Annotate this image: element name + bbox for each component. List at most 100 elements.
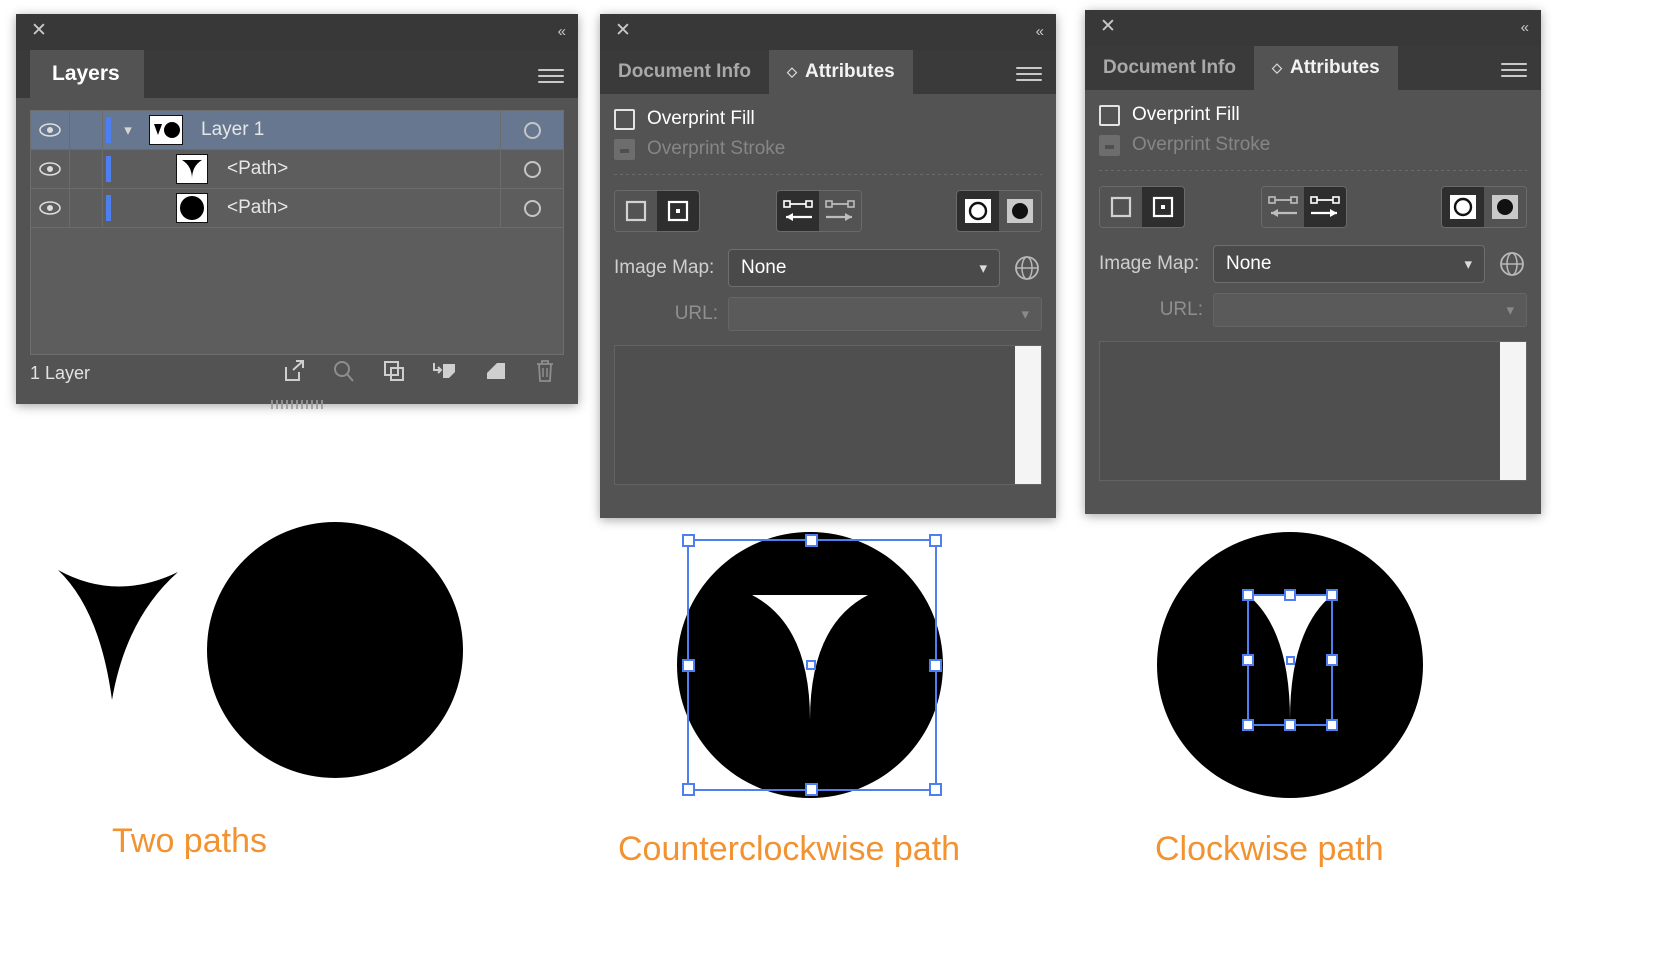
duplicate-layer-icon[interactable] (382, 359, 406, 388)
path-thumb-triangle (169, 154, 215, 184)
tab-layers[interactable]: Layers (30, 50, 144, 98)
tab-attributes[interactable]: ◇ Attributes (769, 50, 913, 94)
image-map-select[interactable]: None ▾ (1213, 245, 1485, 283)
caption-counterclockwise-path: Counterclockwise path (618, 830, 961, 868)
overprint-fill-label: Overprint Fill (647, 108, 755, 129)
vertical-scrollbar[interactable] (1500, 342, 1526, 480)
forward-path-direction-icon[interactable] (1304, 187, 1346, 227)
double-chevron-left-icon[interactable]: « (558, 23, 566, 40)
layer-row-label: <Path> (227, 197, 289, 218)
close-icon[interactable]: ✕ (30, 21, 48, 40)
tab-layers-label: Layers (52, 62, 120, 85)
layers-tabstrip: Layers (16, 50, 578, 98)
target-indicator[interactable] (500, 189, 563, 227)
show-center-icon[interactable] (657, 191, 699, 231)
tab-document-info[interactable]: Document Info (1085, 46, 1254, 90)
overprint-stroke-label: Overprint Stroke (1132, 134, 1271, 155)
visibility-eye-icon[interactable] (31, 201, 69, 215)
chevron-down-icon: ▾ (1021, 306, 1029, 323)
overprint-fill-checkbox[interactable] (1099, 104, 1120, 126)
attributes-scroll-area (614, 345, 1042, 485)
layer-row-layer1[interactable]: ▾ Layer 1 (31, 111, 563, 150)
attributes-panel-clockwise: ✕ « Document Info ◇ Attributes Overprint… (1085, 10, 1541, 514)
image-map-label: Image Map: (1099, 253, 1200, 274)
lock-cell[interactable] (69, 189, 103, 227)
reverse-path-direction-icon[interactable] (1262, 187, 1304, 227)
path-direction-button-group (776, 190, 862, 232)
chevron-down-icon: ▾ (979, 260, 987, 277)
panel-menu-icon[interactable] (1501, 59, 1527, 77)
panel-menu-icon[interactable] (538, 65, 564, 83)
vertical-scrollbar[interactable] (1015, 346, 1041, 484)
lock-cell[interactable] (69, 150, 103, 188)
target-indicator[interactable] (500, 111, 563, 149)
delete-layer-icon[interactable] (534, 359, 556, 388)
overprint-fill-checkbox[interactable] (614, 108, 635, 130)
center-point-button-group (1099, 186, 1185, 228)
path-thumb-circle (169, 193, 215, 223)
diamond-icon: ◇ (787, 64, 797, 79)
nonzero-fill-icon[interactable] (1442, 187, 1484, 227)
url-label: URL: (1159, 299, 1203, 320)
image-map-select[interactable]: None ▾ (728, 249, 1000, 287)
attributes-icon-row (600, 175, 1056, 235)
reverse-path-direction-icon[interactable] (777, 191, 819, 231)
center-point-button-group (614, 190, 700, 232)
lock-cell[interactable] (69, 111, 103, 149)
url-row: URL: ▾ (1085, 283, 1541, 327)
layer-row-label: <Path> (227, 158, 289, 179)
layer-color-bar (103, 156, 113, 182)
chevron-down-icon[interactable]: ▾ (113, 121, 143, 139)
search-icon[interactable] (332, 359, 356, 388)
panel-menu-icon[interactable] (1016, 63, 1042, 81)
globe-icon[interactable] (1497, 249, 1527, 279)
tab-document-info-label: Document Info (618, 61, 751, 82)
tab-attributes[interactable]: ◇ Attributes (1254, 46, 1398, 90)
forward-path-direction-icon[interactable] (819, 191, 861, 231)
close-icon[interactable]: ✕ (614, 21, 632, 40)
double-chevron-left-icon[interactable]: « (1036, 23, 1044, 40)
evenodd-fill-icon[interactable] (1484, 187, 1526, 227)
overprint-stroke-label: Overprint Stroke (647, 138, 786, 159)
layer-row-label: Layer 1 (201, 119, 265, 140)
tab-document-info[interactable]: Document Info (600, 50, 769, 94)
overprint-fill-row[interactable]: Overprint Fill (1085, 100, 1541, 130)
layers-panel-footer: 1 Layer (30, 356, 564, 390)
release-to-layers-icon[interactable] (432, 359, 458, 388)
show-center-icon[interactable] (1142, 187, 1184, 227)
locate-object-icon[interactable] (282, 359, 306, 388)
image-map-row: Image Map: None ▾ (600, 235, 1056, 287)
compound-fill-rule-button-group (956, 190, 1042, 232)
caption-two-paths: Two paths (112, 822, 267, 860)
attributes-tabstrip: Document Info ◇ Attributes (600, 50, 1056, 94)
layers-panel-titlebar: ✕ « (16, 14, 578, 50)
new-sublayer-icon[interactable] (484, 359, 508, 388)
close-icon[interactable]: ✕ (1099, 17, 1117, 36)
evenodd-fill-icon[interactable] (999, 191, 1041, 231)
layer-row-path-circle[interactable]: <Path> (31, 189, 563, 228)
artwork-two-paths (58, 522, 463, 778)
globe-icon[interactable] (1012, 253, 1042, 283)
chevron-down-icon: ▾ (1464, 256, 1472, 273)
panel-resize-grip[interactable] (271, 400, 323, 409)
image-map-label: Image Map: (614, 257, 715, 278)
tab-attributes-label: Attributes (1290, 57, 1380, 78)
hide-center-icon[interactable] (615, 191, 657, 231)
image-map-row: Image Map: None ▾ (1085, 231, 1541, 283)
artwork-counterclockwise-path (677, 532, 943, 798)
layer-row-path-triangle[interactable]: <Path> (31, 150, 563, 189)
layer-count-label: 1 Layer (30, 362, 91, 383)
overprint-fill-row[interactable]: Overprint Fill (600, 104, 1056, 134)
overprint-stroke-checkbox (614, 138, 635, 160)
url-input: ▾ (1213, 293, 1527, 327)
visibility-eye-icon[interactable] (31, 162, 69, 176)
nonzero-fill-icon[interactable] (957, 191, 999, 231)
visibility-eye-icon[interactable] (31, 123, 69, 137)
attributes-panel-titlebar: ✕ « (600, 14, 1056, 50)
attributes-panel-counterclockwise: ✕ « Document Info ◇ Attributes Overprint… (600, 14, 1056, 518)
attributes-panel-titlebar: ✕ « (1085, 10, 1541, 46)
double-chevron-left-icon[interactable]: « (1521, 19, 1529, 36)
target-indicator[interactable] (500, 150, 563, 188)
hide-center-icon[interactable] (1100, 187, 1142, 227)
url-row: URL: ▾ (600, 287, 1056, 331)
